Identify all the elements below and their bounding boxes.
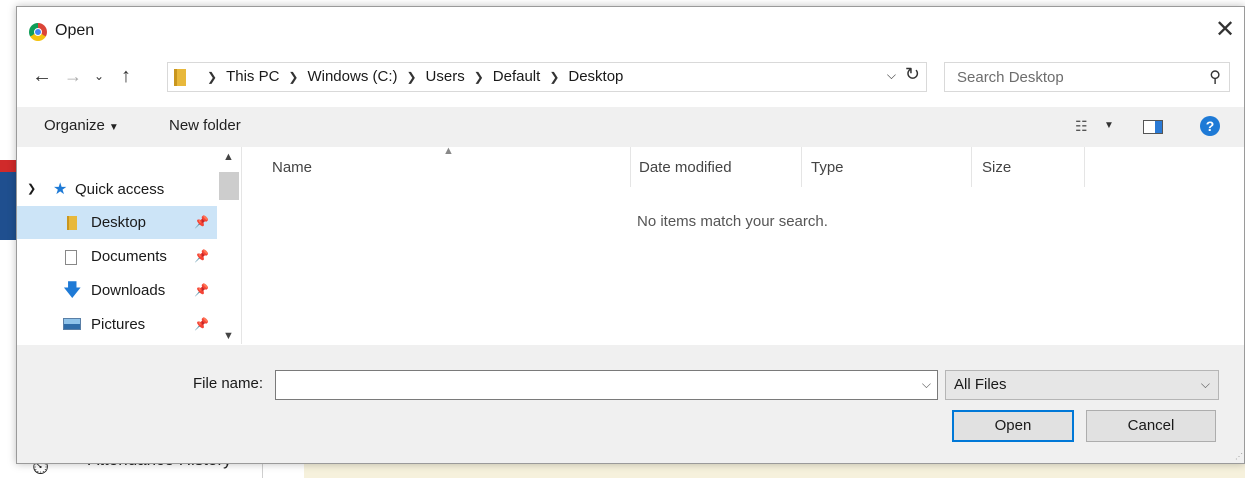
file-type-value: All Files xyxy=(954,376,1007,393)
search-icon[interactable]: ⚲ xyxy=(1209,67,1221,87)
chevron-down-icon[interactable]: ❯ xyxy=(27,173,36,206)
chevron-down-icon[interactable]: ⌵ xyxy=(922,377,931,392)
scroll-down-icon[interactable]: ▼ xyxy=(223,330,234,342)
column-divider[interactable] xyxy=(971,147,972,187)
pin-icon: 📌 xyxy=(194,249,209,263)
command-bar: Organize ▼ New folder ☷ ▼ ? xyxy=(17,107,1244,147)
sidebar-item-label: Quick access xyxy=(75,181,165,198)
documents-icon xyxy=(65,250,77,265)
breadcrumb-desktop[interactable]: Desktop xyxy=(568,68,623,85)
pin-icon: 📌 xyxy=(194,215,209,229)
breadcrumb-default[interactable]: Default xyxy=(493,68,541,85)
file-name-label: File name: xyxy=(193,375,264,392)
chevron-right-icon[interactable]: ❯ xyxy=(474,70,484,84)
address-bar[interactable]: ❯ This PC ❯ Windows (C:) ❯ Users ❯ Default ❯ Desk… xyxy=(167,62,927,92)
breadcrumb: ❯ This PC ❯ Windows (C:) ❯ Users ❯ Default ❯ Desk… xyxy=(198,68,623,85)
column-divider[interactable] xyxy=(801,147,802,187)
caret-down-icon: ▼ xyxy=(108,122,119,133)
pin-icon: 📌 xyxy=(194,283,209,297)
sidebar-item-downloads[interactable]: 🡇 Downloads 📌 xyxy=(17,274,227,307)
forward-button[interactable]: → xyxy=(61,63,85,89)
organize-label: Organize xyxy=(44,117,105,134)
preview-pane-icon[interactable] xyxy=(1143,120,1163,134)
help-icon[interactable]: ? xyxy=(1200,116,1220,136)
chevron-down-icon: ⌵ xyxy=(1200,377,1210,391)
column-divider[interactable] xyxy=(1084,147,1085,187)
sidebar-item-quick-access[interactable]: ❯ ★ Quick access xyxy=(17,173,227,206)
navigation-pane: ❯ ★ Quick access Desktop 📌 Documents 📌 🡇… xyxy=(17,147,242,344)
sidebar-item-label: Documents xyxy=(91,248,167,265)
column-header-type[interactable]: Type xyxy=(811,159,844,176)
cancel-button[interactable]: Cancel xyxy=(1086,410,1216,442)
sidebar-item-label: Desktop xyxy=(91,214,147,231)
sidebar-item-documents[interactable]: Documents 📌 xyxy=(17,240,227,273)
up-button[interactable]: ↑ xyxy=(114,63,138,89)
downloads-icon: 🡇 xyxy=(63,280,82,300)
sidebar-item-label: Pictures xyxy=(91,316,146,333)
file-list: ▲ Name Date modified Type Size No items … xyxy=(242,145,1243,344)
folder-icon xyxy=(67,216,77,230)
refresh-icon[interactable]: ↻ xyxy=(905,64,920,85)
sidebar-item-label: Downloads xyxy=(91,282,166,299)
chevron-right-icon[interactable]: ❯ xyxy=(207,70,217,84)
folder-icon xyxy=(174,69,186,86)
background-nav-strip xyxy=(0,172,16,240)
pin-icon: 📌 xyxy=(194,317,209,331)
chevron-right-icon[interactable]: ❯ xyxy=(406,70,416,84)
sidebar-item-desktop[interactable]: Desktop 📌 xyxy=(17,206,227,239)
chevron-right-icon[interactable]: ❯ xyxy=(549,70,559,84)
chevron-right-icon[interactable]: ❯ xyxy=(288,70,298,84)
search-input[interactable]: Search Desktop xyxy=(957,69,1064,86)
resize-grip-icon[interactable]: ⋰ xyxy=(1235,452,1243,461)
column-header-date-modified[interactable]: Date modified xyxy=(639,159,732,176)
sidebar-item-pictures[interactable]: Pictures 📌 xyxy=(17,308,227,341)
empty-message: No items match your search. xyxy=(637,213,828,230)
chrome-icon xyxy=(29,23,47,41)
address-dropdown-icon[interactable]: ⌵ xyxy=(887,68,896,83)
dialog-title: Open xyxy=(55,22,95,39)
new-folder-button[interactable]: New folder xyxy=(169,117,241,134)
column-divider[interactable] xyxy=(630,147,631,187)
caret-down-icon[interactable]: ▼ xyxy=(1104,120,1114,131)
open-button[interactable]: Open xyxy=(952,410,1074,442)
pictures-icon xyxy=(63,318,81,330)
breadcrumb-this-pc[interactable]: This PC xyxy=(226,68,279,85)
dialog-footer: File name: ⌵ All Files ⌵ Open Cancel ⋰ xyxy=(17,345,1244,463)
recent-locations-button[interactable]: ⌄ xyxy=(89,63,109,89)
search-box[interactable]: Search Desktop ⚲ xyxy=(944,62,1230,92)
scroll-up-icon[interactable]: ▲ xyxy=(223,151,234,163)
organize-button[interactable]: Organize ▼ xyxy=(44,117,119,134)
navigation-bar: ← → ⌄ ↑ ❯ This PC ❯ Windows (C:) ❯ Users ❯ Defa… xyxy=(17,59,1244,95)
scroll-thumb[interactable] xyxy=(219,172,239,200)
column-header-name[interactable]: Name xyxy=(272,159,312,176)
file-name-field[interactable]: ⌵ xyxy=(275,370,938,400)
sort-ascending-icon: ▲ xyxy=(443,145,454,157)
column-header-size[interactable]: Size xyxy=(982,159,1011,176)
close-button[interactable]: ✕ xyxy=(1210,15,1240,45)
navigation-scrollbar[interactable]: ▲ ▼ xyxy=(217,147,241,344)
change-view-icon[interactable]: ☷ xyxy=(1075,118,1088,135)
open-file-dialog: Open ✕ ← → ⌄ ↑ ❯ This PC ❯ Windows (C:) ❯ Use… xyxy=(16,6,1245,464)
title-bar: Open ✕ xyxy=(17,7,1244,47)
back-button[interactable]: ← xyxy=(29,63,55,89)
breadcrumb-windows-c[interactable]: Windows (C:) xyxy=(307,68,397,85)
breadcrumb-users[interactable]: Users xyxy=(426,68,465,85)
file-type-select[interactable]: All Files ⌵ xyxy=(945,370,1219,400)
star-icon: ★ xyxy=(53,181,68,198)
